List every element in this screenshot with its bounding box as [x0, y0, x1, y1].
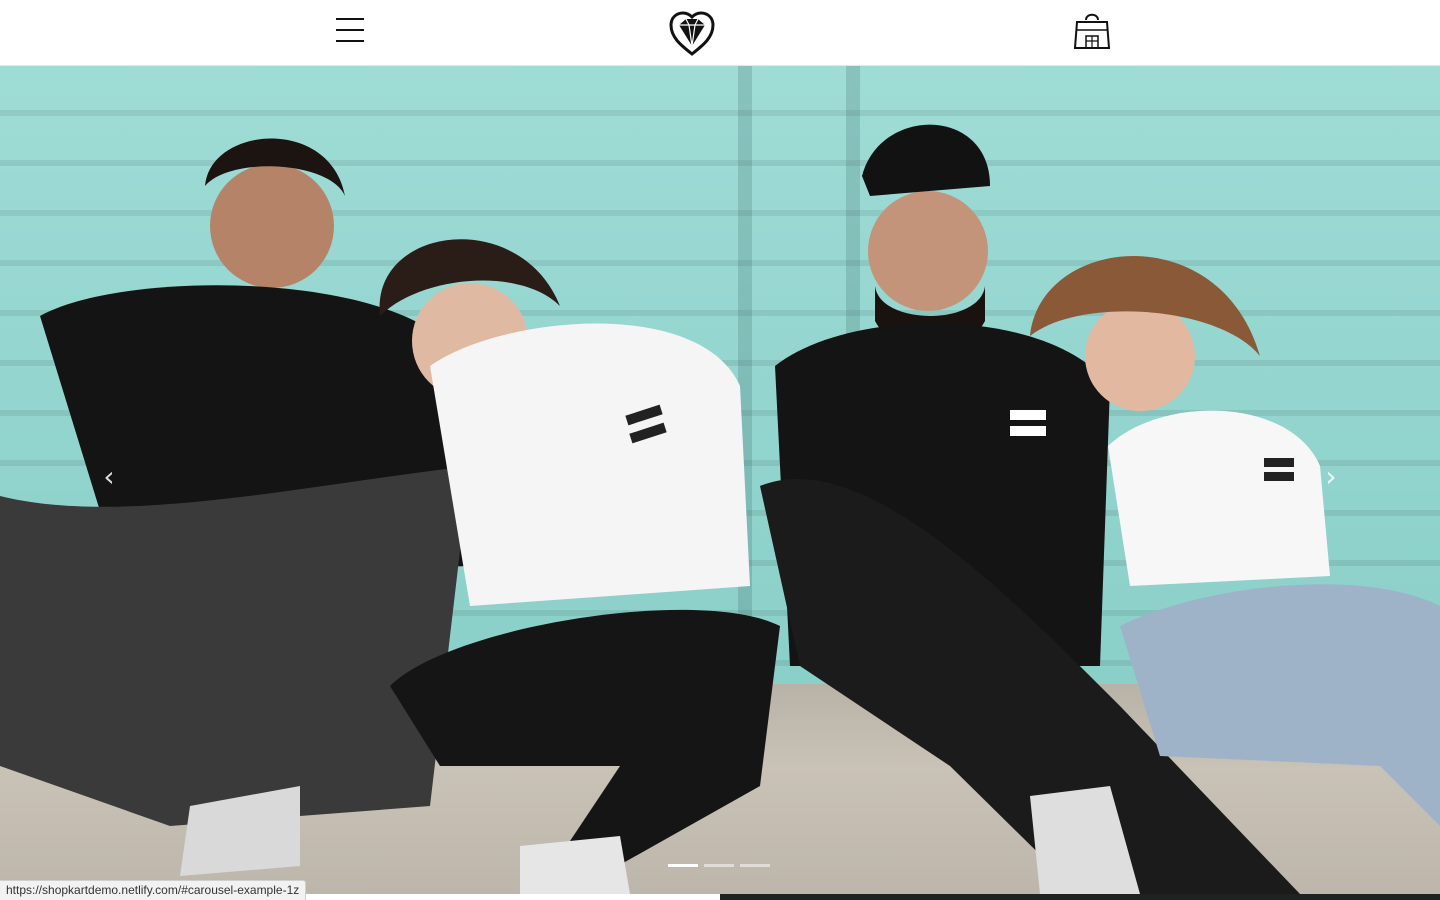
slide-people-illustration: [0, 124, 1440, 894]
carousel-indicator-1[interactable]: [668, 864, 698, 867]
carousel-indicators: [668, 864, 772, 868]
status-bar-url: https://shopkartdemo.netlify.com/#carous…: [0, 880, 307, 900]
next-section-right: [720, 894, 1440, 900]
carousel-indicator-2[interactable]: [704, 864, 734, 867]
hamburger-menu-icon[interactable]: [336, 17, 364, 43]
chevron-right-icon: ›: [1325, 460, 1337, 493]
chevron-left-icon: ‹: [103, 460, 115, 493]
carousel-next-button[interactable]: ›: [1316, 462, 1346, 492]
carousel-indicator-3[interactable]: [740, 864, 770, 867]
diamond-heart-logo-icon[interactable]: [668, 10, 716, 56]
top-navbar: [0, 0, 1440, 66]
hero-carousel: ‹ ›: [0, 66, 1440, 894]
shopping-bag-icon[interactable]: [1072, 8, 1112, 50]
carousel-prev-button[interactable]: ‹: [94, 462, 124, 492]
